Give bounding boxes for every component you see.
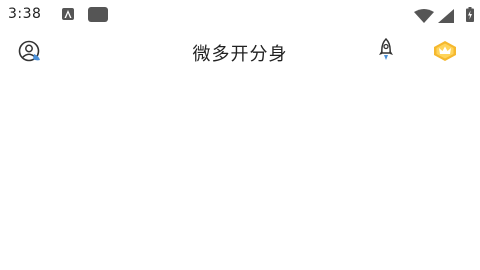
status-bar: 3:38 [0, 0, 480, 30]
wifi-icon [414, 8, 434, 27]
notification-box-icon [88, 7, 108, 22]
rocket-icon [379, 37, 393, 60]
vip-button[interactable] [432, 40, 458, 62]
main-content [0, 70, 480, 270]
cell-signal-icon [438, 8, 454, 27]
battery-charging-icon [466, 7, 474, 26]
boost-button[interactable] [376, 37, 396, 62]
notification-a-icon [62, 8, 74, 20]
screen: 3:38 微多开分身 [0, 0, 480, 270]
app-header: 微多开分身 [0, 34, 480, 68]
app-title: 微多开分身 [192, 44, 288, 65]
status-time: 3:38 [8, 6, 42, 22]
vip-crown-icon [434, 41, 456, 61]
